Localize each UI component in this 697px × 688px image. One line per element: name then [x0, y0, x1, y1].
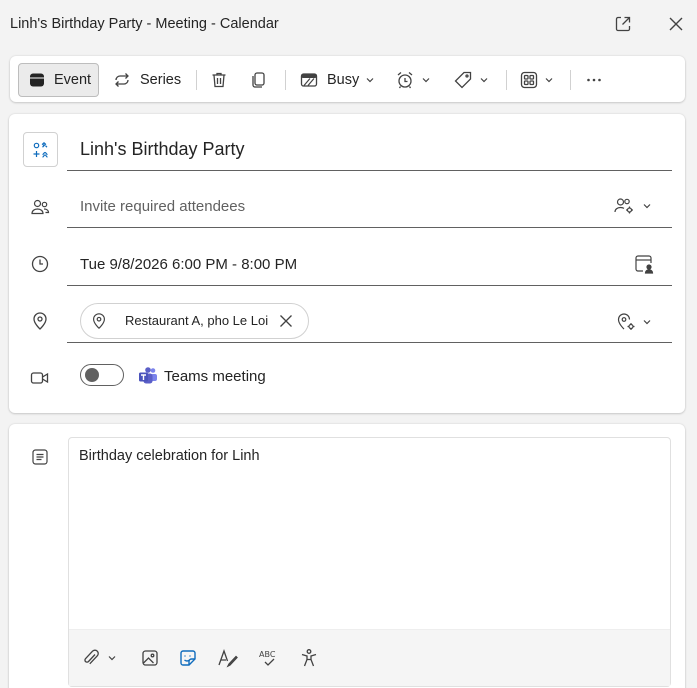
teams-logo-icon — [138, 366, 158, 386]
categorize-dropdown[interactable] — [453, 63, 489, 97]
date-time-field[interactable]: Tue 9/8/2026 6:00 PM - 8:00 PM — [80, 256, 297, 273]
apps-grid-icon — [520, 71, 538, 89]
attendee-options-button[interactable] — [614, 196, 652, 216]
paperclip-icon — [84, 649, 99, 665]
trash-icon — [212, 72, 226, 88]
accessibility-icon — [301, 649, 317, 667]
people-settings-icon — [614, 198, 633, 214]
video-camera-icon — [30, 368, 50, 388]
tag-icon — [454, 71, 472, 89]
repeat-icon — [115, 73, 129, 87]
teams-meeting-toggle[interactable] — [80, 364, 124, 386]
text-edit-style-icon — [218, 649, 238, 668]
location-chip-label: Restaurant A, pho Le Loi — [125, 313, 269, 328]
close-window-button[interactable] — [661, 10, 691, 38]
more-options-button[interactable] — [585, 63, 603, 97]
location-options-button[interactable] — [616, 311, 652, 333]
copy-icon — [252, 72, 265, 88]
sticker-icon — [33, 141, 48, 158]
event-icon-picker[interactable] — [23, 132, 58, 167]
location-settings-icon — [617, 313, 635, 330]
command-toolbar: Event Series Busy — [10, 56, 685, 102]
event-button[interactable]: Event — [18, 63, 99, 97]
apps-dropdown[interactable] — [520, 63, 554, 97]
clock-icon — [30, 254, 50, 274]
alarm-clock-icon — [397, 72, 413, 89]
chevron-down-icon — [422, 78, 430, 83]
window-title: Linh's Birthday Party - Meeting - Calend… — [10, 16, 279, 32]
calendar-event-icon — [30, 73, 44, 87]
event-label: Event — [54, 72, 92, 88]
busy-status-icon — [300, 73, 318, 87]
reminder-dropdown[interactable] — [395, 63, 431, 97]
attendees-input[interactable]: Invite required attendees — [80, 198, 245, 215]
spellcheck-icon: ABC — [259, 650, 276, 666]
image-icon — [142, 650, 158, 666]
editor-toolbar: ABC — [69, 629, 670, 686]
chevron-down-icon — [366, 78, 374, 83]
editor-spellcheck-button[interactable]: ABC — [257, 646, 281, 670]
chevron-down-icon — [643, 320, 651, 325]
chevron-down-icon — [643, 204, 651, 209]
divider — [67, 227, 672, 228]
divider — [67, 342, 672, 343]
chevron-down-icon — [108, 656, 116, 661]
emoji-sticker-icon — [180, 650, 196, 666]
event-title-input[interactable]: Linh's Birthday Party — [80, 139, 245, 160]
event-body-editor[interactable]: Birthday celebration for Linh ABC — [68, 437, 671, 687]
copy-button[interactable] — [250, 63, 268, 97]
delete-button[interactable] — [210, 63, 228, 97]
close-icon — [669, 17, 683, 31]
svg-text:ABC: ABC — [259, 650, 276, 659]
divider — [67, 285, 672, 286]
series-button[interactable]: Series — [113, 63, 181, 97]
event-body-text: Birthday celebration for Linh — [79, 448, 260, 464]
divider — [67, 170, 672, 171]
location-pin-icon — [93, 313, 105, 329]
show-as-busy-dropdown[interactable]: Busy — [300, 63, 375, 97]
chevron-down-icon — [480, 78, 488, 83]
location-chip[interactable]: Restaurant A, pho Le Loi — [80, 303, 309, 339]
pop-out-icon — [615, 16, 631, 32]
attendees-icon — [30, 197, 50, 217]
notes-icon — [30, 447, 50, 467]
chevron-down-icon — [545, 78, 553, 83]
title-bar: Linh's Birthday Party - Meeting - Calend… — [0, 0, 697, 48]
format-text-button[interactable] — [216, 646, 240, 670]
more-horizontal-icon — [587, 78, 601, 82]
toolbar-divider — [196, 70, 197, 90]
calendar-person-icon — [635, 255, 654, 274]
busy-label: Busy — [327, 72, 360, 88]
sticker-button[interactable] — [176, 646, 200, 670]
toolbar-divider — [570, 70, 571, 90]
pop-out-button[interactable] — [608, 10, 638, 38]
location-icon — [30, 311, 50, 331]
toolbar-divider — [285, 70, 286, 90]
remove-location-icon[interactable] — [278, 313, 294, 329]
attach-file-dropdown[interactable] — [81, 646, 123, 670]
toolbar-divider — [506, 70, 507, 90]
scheduling-assistant-button[interactable] — [634, 254, 654, 274]
series-label: Series — [140, 72, 182, 88]
teams-meeting-label: Teams meeting — [164, 368, 266, 385]
toggle-knob — [85, 368, 99, 382]
accessibility-checker-button[interactable] — [297, 646, 321, 670]
insert-picture-button[interactable] — [138, 646, 162, 670]
